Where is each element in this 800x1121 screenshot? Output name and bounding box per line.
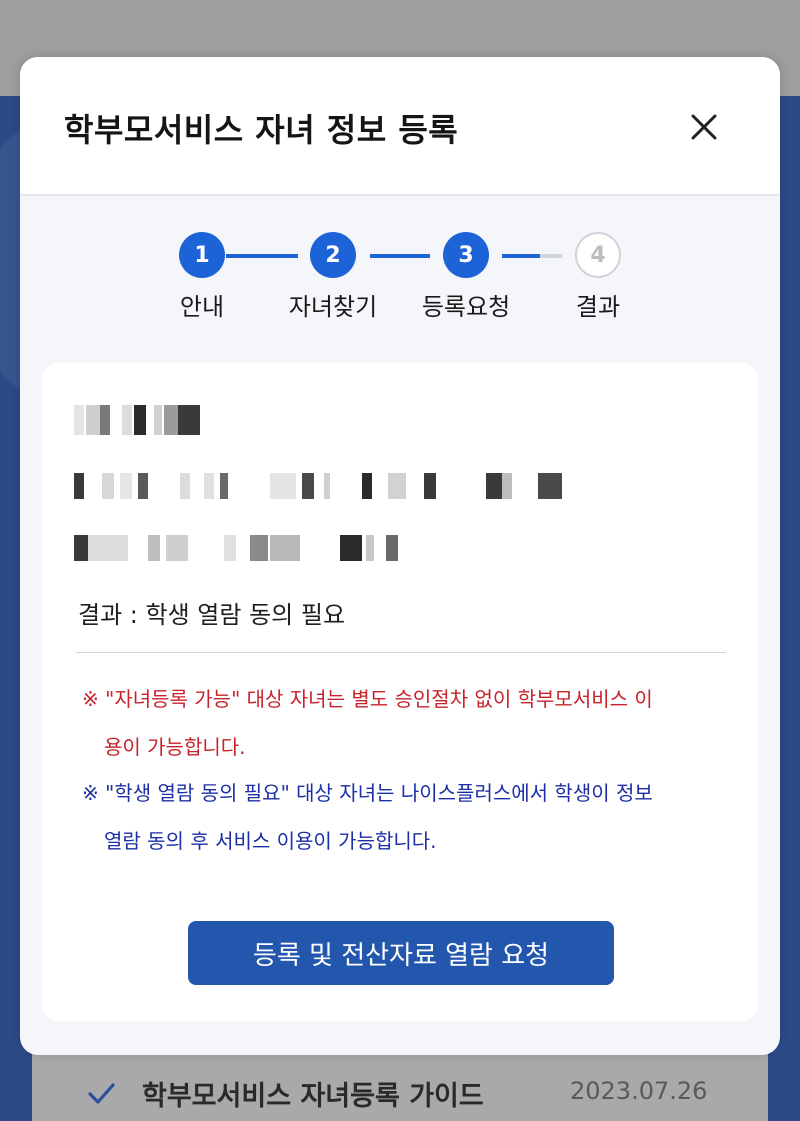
progress-stepper: 1 2 3 4 안내 자녀찾기 등록요청 결과 (20, 227, 780, 327)
redacted-child-name (74, 405, 214, 435)
step-1-label: 안내 (179, 293, 225, 321)
notice-red-line-1: ※ "자녀등록 가능" 대상 자녀는 별도 승인절차 없이 학부모서비스 이 (82, 687, 653, 711)
notice-consent-required: ※ "학생 열람 동의 필요" 대상 자녀는 나이스플러스에서 학생이 정보 열… (82, 769, 722, 865)
close-icon[interactable] (684, 107, 724, 147)
notice-red-line-2: 용이 가능합니다. (104, 735, 246, 759)
notice-blue-line-1: ※ "학생 열람 동의 필요" 대상 자녀는 나이스플러스에서 학생이 정보 (82, 781, 653, 805)
check-icon (88, 1083, 115, 1104)
register-and-request-button[interactable]: 등록 및 전산자료 열람 요청 (188, 921, 614, 985)
notice-blue-line-2: 열람 동의 후 서비스 이용이 가능합니다. (104, 829, 437, 853)
guide-link-title[interactable]: 학부모서비스 자녀등록 가이드 (142, 1074, 484, 1113)
step-connector-3 (502, 254, 540, 258)
registration-result-text: 결과 : 학생 열람 동의 필요 (78, 601, 346, 629)
step-3-label: 등록요청 (421, 293, 511, 321)
modal-title: 학부모서비스 자녀 정보 등록 (64, 111, 459, 149)
step-4-circle: 4 (575, 232, 621, 278)
registration-result-card: 결과 : 학생 열람 동의 필요 ※ "자녀등록 가능" 대상 자녀는 별도 승… (42, 363, 758, 1021)
notice-registration-available: ※ "자녀등록 가능" 대상 자녀는 별도 승인절차 없이 학부모서비스 이 용… (82, 675, 722, 771)
step-2-circle: 2 (310, 232, 356, 278)
step-4-label: 결과 (575, 293, 621, 321)
redacted-school-info (74, 473, 574, 499)
step-3-circle: 3 (443, 232, 489, 278)
child-registration-modal: 학부모서비스 자녀 정보 등록 1 2 3 4 안내 자녀찾기 등록요청 결과 (20, 57, 780, 1055)
redacted-student-id (74, 535, 414, 561)
step-connector-2 (370, 254, 430, 258)
step-connector-1 (226, 254, 298, 258)
modal-header: 학부모서비스 자녀 정보 등록 (20, 57, 780, 196)
divider (76, 652, 726, 653)
step-connector-3-remaining (540, 254, 562, 258)
step-2-label: 자녀찾기 (288, 293, 378, 321)
step-1-circle: 1 (179, 232, 225, 278)
guide-date: 2023.07.26 (570, 1077, 708, 1105)
